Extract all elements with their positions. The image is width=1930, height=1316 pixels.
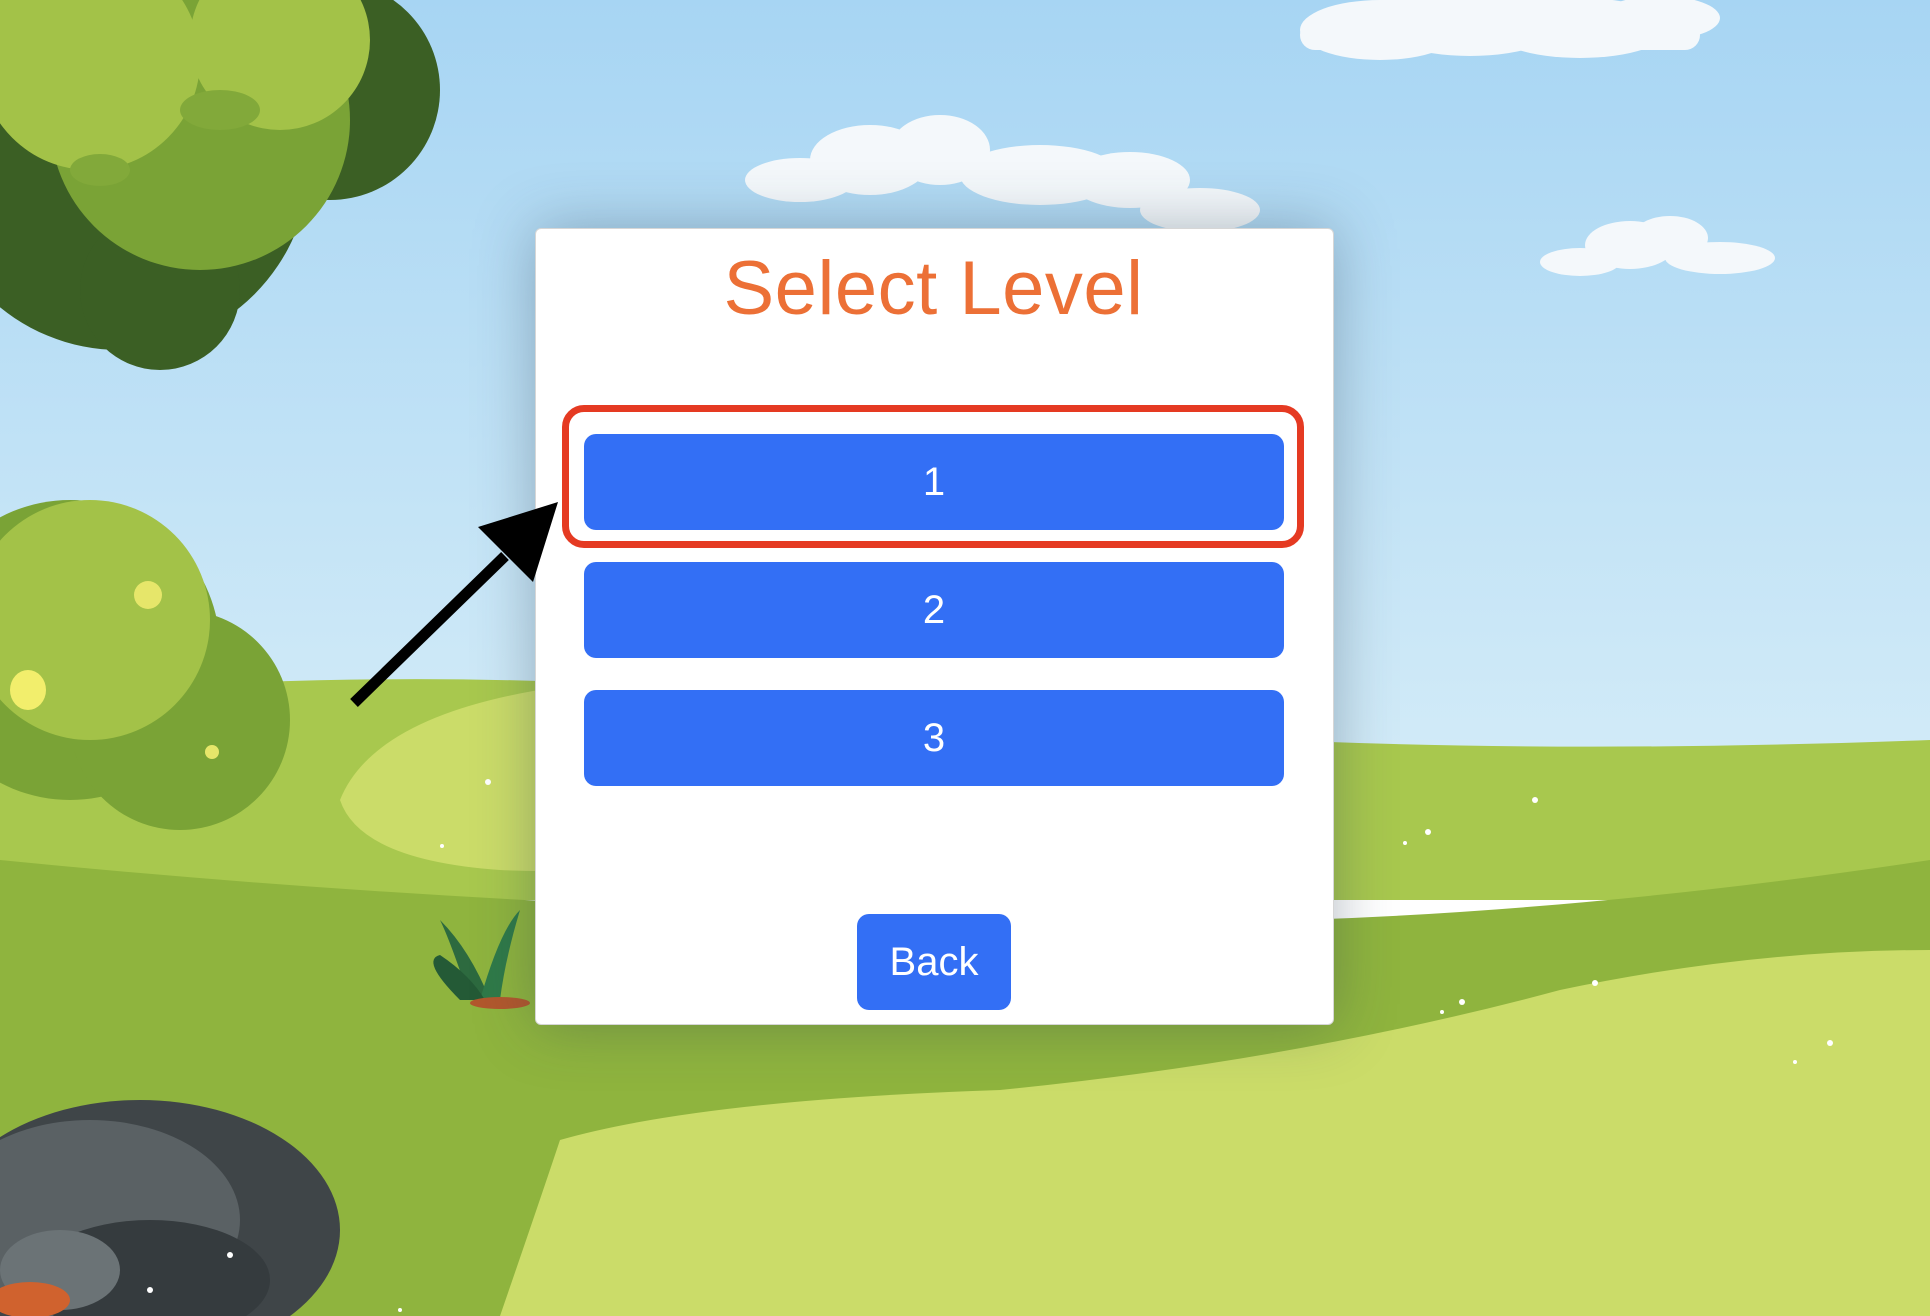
- level-1-button[interactable]: 1: [584, 434, 1284, 530]
- dialog-title: Select Level: [723, 246, 1144, 331]
- level-2-button[interactable]: 2: [584, 562, 1284, 658]
- back-button[interactable]: Back: [857, 914, 1011, 1010]
- level-3-button[interactable]: 3: [584, 690, 1284, 786]
